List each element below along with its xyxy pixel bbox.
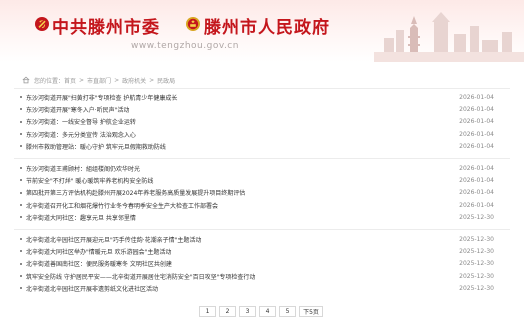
bullet-icon bbox=[20, 191, 22, 194]
news-date: 2026-01-04 bbox=[459, 130, 494, 138]
party-committee-title: 中共滕州市委 bbox=[52, 18, 160, 38]
breadcrumb: 您的位置：首页 > 市直部门 > 政府机关 > 民政局 bbox=[22, 74, 175, 86]
list-item[interactable]: 北辛街道召开化工和烟花爆竹行业冬今春明季安全生产大检查工作部署会 2026-01-… bbox=[20, 199, 494, 211]
news-list-group-1: 东沙河街道开展"扫黄打非"专项检查 护航青少年健康成长 2026-01-04 东沙… bbox=[20, 91, 494, 152]
list-item[interactable]: 北辛街道大同社区举办"情暖元旦 欢乐游园会"主题活动 2025-12-30 bbox=[20, 245, 494, 257]
news-title-link[interactable]: 东沙河街道王甫顾村：組组楼阁仍欢华时光 bbox=[26, 164, 453, 173]
news-date: 2025-12-30 bbox=[459, 260, 494, 268]
list-item[interactable]: 北辛街道善国南社区：便民服务暖寒冬 文明社区共创建 2025-12-30 bbox=[20, 258, 494, 270]
breadcrumb-location-home[interactable]: 您的位置：首页 bbox=[34, 76, 76, 85]
news-date: 2026-01-04 bbox=[459, 93, 494, 101]
news-title-link[interactable]: 筑牢安全防线 守护居民平安——北辛街道开展居住宅消防安全"百日攻坚"专项检查行动 bbox=[26, 272, 453, 281]
page-button-3[interactable]: 3 bbox=[239, 306, 256, 317]
list-item[interactable]: 北辛街道大同社区：趣享元旦 共享邻里情 2025-12-30 bbox=[20, 211, 494, 223]
national-emblem-icon bbox=[186, 17, 200, 31]
bullet-icon bbox=[20, 238, 22, 241]
bullet-icon bbox=[20, 133, 22, 136]
breadcrumb-separator: > bbox=[114, 76, 120, 84]
page-button-4[interactable]: 4 bbox=[259, 306, 276, 317]
news-date: 2025-12-30 bbox=[459, 213, 494, 221]
party-emblem-icon bbox=[35, 17, 49, 31]
group-divider bbox=[14, 158, 510, 159]
news-title-link[interactable]: 北辛街道召开化工和烟花爆竹行业冬今春明季安全生产大检查工作部署会 bbox=[26, 201, 453, 210]
list-item[interactable]: 节前安全"不打烊" 暖心暖筑牢养老机构安全防线 2026-01-04 bbox=[20, 174, 494, 186]
bullet-icon bbox=[20, 287, 22, 290]
bullet-icon bbox=[20, 204, 22, 207]
news-title-link[interactable]: 东沙河街道开展"寒冬入户·听民声"活动 bbox=[26, 105, 453, 114]
news-list-group-2: 东沙河街道王甫顾村：組组楼阁仍欢华时光 2026-01-04 节前安全"不打烊" … bbox=[20, 162, 494, 223]
breadcrumb-divider bbox=[14, 88, 510, 89]
list-item[interactable]: 第四批开第三方评估机构赴滕州开展2024年养老服务高质量发展提升项目终期评估 20… bbox=[20, 187, 494, 199]
pagination: 1 2 3 4 5 下5页 bbox=[199, 306, 323, 317]
list-item[interactable]: 滕州市救助管理站：暖心守护 筑牢元旦假期救助防线 2026-01-04 bbox=[20, 140, 494, 152]
breadcrumb-civil-affairs[interactable]: 民政局 bbox=[157, 76, 175, 85]
bullet-icon bbox=[20, 120, 22, 123]
news-date: 2026-01-04 bbox=[459, 164, 494, 172]
news-title-link[interactable]: 滕州市救助管理站：暖心守护 筑牢元旦假期救助防线 bbox=[26, 142, 453, 151]
news-title-link[interactable]: 东沙河街道开展"扫黄打非"专项检查 护航青少年健康成长 bbox=[26, 93, 453, 102]
list-item[interactable]: 东沙河街道开展"扫黄打非"专项检查 护航青少年健康成长 2026-01-04 bbox=[20, 91, 494, 103]
news-date: 2026-01-04 bbox=[459, 118, 494, 126]
site-header: 中共滕州市委 滕州市人民政府 www.tengzhou.gov.cn bbox=[0, 0, 524, 62]
news-date: 2026-01-04 bbox=[459, 105, 494, 113]
news-date: 2025-12-30 bbox=[459, 247, 494, 255]
page-button-1[interactable]: 1 bbox=[199, 306, 216, 317]
news-title-link[interactable]: 第四批开第三方评估机构赴滕州开展2024年养老服务高质量发展提升项目终期评估 bbox=[26, 188, 453, 197]
news-title-link[interactable]: 北辛街道大同社区举办"情暖元旦 欢乐游园会"主题活动 bbox=[26, 247, 453, 256]
bullet-icon bbox=[20, 145, 22, 148]
breadcrumb-separator: > bbox=[149, 76, 155, 84]
news-title-link[interactable]: 节前安全"不打烊" 暖心暖筑牢养老机构安全防线 bbox=[26, 176, 453, 185]
news-date: 2025-12-30 bbox=[459, 235, 494, 243]
news-date: 2026-01-04 bbox=[459, 176, 494, 184]
list-item[interactable]: 北辛街道北辛园社区开展迎元旦"巧手传佳韵·花潮亲子情"主题活动 2025-12-3… bbox=[20, 233, 494, 245]
news-date: 2026-01-04 bbox=[459, 189, 494, 197]
city-skyline-image bbox=[374, 12, 524, 62]
news-date: 2026-01-04 bbox=[459, 142, 494, 150]
list-item[interactable]: 东沙河街道：一线安全督导 护航企业运转 2026-01-04 bbox=[20, 116, 494, 128]
bullet-icon bbox=[20, 167, 22, 170]
government-title: 滕州市人民政府 bbox=[204, 18, 330, 38]
news-title-link[interactable]: 北辛街道北辛园社区开展非遗剪纸文化进社区活动 bbox=[26, 284, 453, 293]
breadcrumb-gov-agencies[interactable]: 政府机关 bbox=[122, 76, 146, 85]
news-date: 2026-01-04 bbox=[459, 201, 494, 209]
news-date: 2025-12-30 bbox=[459, 284, 494, 292]
breadcrumb-separator: > bbox=[79, 76, 85, 84]
news-title-link[interactable]: 北辛街道善国南社区：便民服务暖寒冬 文明社区共创建 bbox=[26, 259, 453, 268]
list-item[interactable]: 北辛街道北辛园社区开展非遗剪纸文化进社区活动 2025-12-30 bbox=[20, 282, 494, 294]
bullet-icon bbox=[20, 108, 22, 111]
next-five-pages-button[interactable]: 下5页 bbox=[299, 306, 323, 317]
list-item[interactable]: 东沙河街道王甫顾村：組组楼阁仍欢华时光 2026-01-04 bbox=[20, 162, 494, 174]
news-date: 2025-12-30 bbox=[459, 272, 494, 280]
bullet-icon bbox=[20, 250, 22, 253]
bullet-icon bbox=[20, 216, 22, 219]
list-item[interactable]: 东沙河街道：多元分类宣传 法治观念入心 2026-01-04 bbox=[20, 128, 494, 140]
page-button-5[interactable]: 5 bbox=[279, 306, 296, 317]
list-item[interactable]: 筑牢安全防线 守护居民平安——北辛街道开展居住宅消防安全"百日攻坚"专项检查行动… bbox=[20, 270, 494, 282]
bullet-icon bbox=[20, 262, 22, 265]
page-button-2[interactable]: 2 bbox=[219, 306, 236, 317]
bullet-icon bbox=[20, 96, 22, 99]
news-title-link[interactable]: 东沙河街道：一线安全督导 护航企业运转 bbox=[26, 117, 453, 126]
site-domain: www.tengzhou.gov.cn bbox=[131, 41, 239, 51]
home-icon bbox=[22, 76, 30, 84]
list-item[interactable]: 东沙河街道开展"寒冬入户·听民声"活动 2026-01-04 bbox=[20, 103, 494, 115]
news-title-link[interactable]: 北辛街道北辛园社区开展迎元旦"巧手传佳韵·花潮亲子情"主题活动 bbox=[26, 235, 453, 244]
group-divider bbox=[14, 229, 510, 230]
bullet-icon bbox=[20, 275, 22, 278]
news-title-link[interactable]: 东沙河街道：多元分类宣传 法治观念入心 bbox=[26, 130, 453, 139]
news-title-link[interactable]: 北辛街道大同社区：趣享元旦 共享邻里情 bbox=[26, 213, 453, 222]
breadcrumb-city-departments[interactable]: 市直部门 bbox=[87, 76, 111, 85]
bullet-icon bbox=[20, 179, 22, 182]
news-list-group-3: 北辛街道北辛园社区开展迎元旦"巧手传佳韵·花潮亲子情"主题活动 2025-12-3… bbox=[20, 233, 494, 294]
